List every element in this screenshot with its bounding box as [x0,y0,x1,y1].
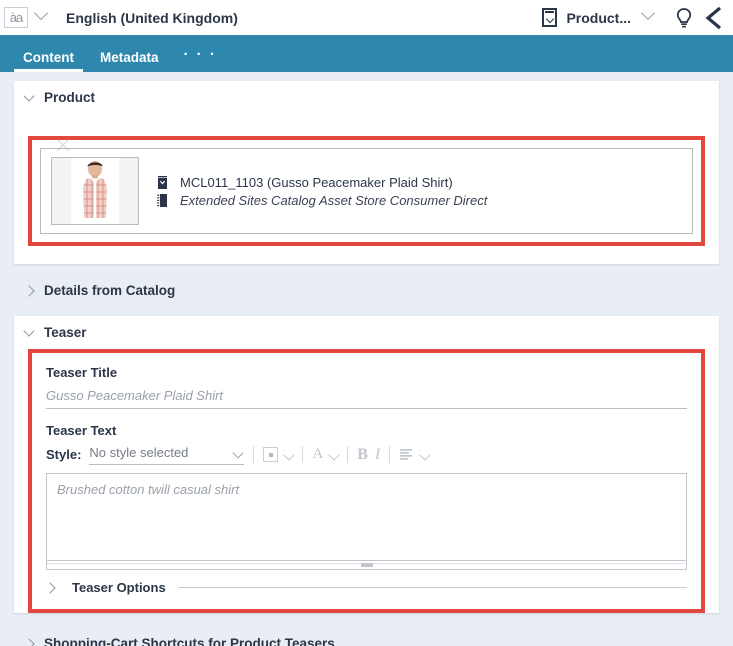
italic-glyph: I [374,445,381,463]
style-select-value: No style selected [89,445,189,460]
product-section-body: MCL011_1103 (Gusso Peacemaker Plaid Shir… [14,136,719,264]
back-chevron-icon[interactable] [703,5,725,31]
product-highlight-box: MCL011_1103 (Gusso Peacemaker Plaid Shir… [28,136,705,246]
shopping-cart-shortcuts-section: Shopping-Cart Shortcuts for Product Teas… [14,627,719,646]
list-icon[interactable] [399,448,414,461]
text-format-dropdown-icon[interactable] [328,448,340,461]
remove-x-glyph [56,138,70,152]
details-from-catalog-header[interactable]: Details from Catalog [14,274,719,307]
man-in-plaid-shirt-thumbnail-glyph [71,158,119,224]
toolbar-divider [253,446,255,463]
back-chevron-glyph [705,6,722,29]
teaser-collapse-toggle[interactable] [14,324,44,337]
product-details: MCL011_1103 (Gusso Peacemaker Plaid Shir… [157,172,487,211]
block-format-dropdown-icon[interactable] [283,448,296,461]
language-label: English (United Kingdom) [66,9,238,26]
product-section-title: Product [44,90,96,105]
teaser-text-toolbar: Style: No style selected A B I [46,444,687,465]
product-section-header[interactable]: Product [14,81,719,114]
product-id-row: MCL011_1103 (Gusso Peacemaker Plaid Shir… [157,175,487,190]
language-icon-glyph: àa [9,10,24,25]
teaser-text-label: Teaser Text [46,423,117,438]
teaser-section-title: Teaser [44,325,87,340]
tab-overflow-button[interactable]: · · · [176,46,225,72]
chevron-right-icon [44,582,56,594]
teaser-options-expand-toggle[interactable] [44,580,72,595]
toolbar-divider [302,446,304,463]
style-label: Style: [46,447,82,462]
details-from-catalog-section: Details from Catalog [14,274,719,307]
content-type-label: Product... [566,9,631,26]
language-icon[interactable]: àa [4,7,28,28]
teaser-options-divider [177,587,687,588]
details-from-catalog-title: Details from Catalog [44,283,176,298]
product-card[interactable]: MCL011_1103 (Gusso Peacemaker Plaid Shir… [40,148,693,234]
chevron-right-icon [23,637,35,646]
teaser-options-header[interactable]: Teaser Options [44,570,687,599]
chevron-down-icon [33,5,49,20]
main-content: Product MCL011_1103 (Gusso Peacemaker Pl… [0,72,733,646]
teaser-highlight-box: Teaser Title Teaser Text Style: No style… [28,349,705,613]
chevron-down-icon [23,324,35,337]
bold-glyph: B [357,445,368,463]
tab-content[interactable]: Content [14,50,83,72]
teaser-panel: Teaser Teaser Title Teaser Text Style: N… [14,316,719,613]
details-from-catalog-expand-toggle[interactable] [14,284,44,297]
chevron-right-icon [23,284,35,297]
toolbar-divider [347,446,349,463]
teaser-text-resize-handle[interactable] [46,561,687,570]
chevron-down-icon [232,446,245,459]
chevron-down-icon [23,89,35,102]
text-format-glyph: A [312,446,324,462]
chevron-down-icon [419,448,431,461]
teaser-options-label: Teaser Options [72,580,166,595]
list-dropdown-icon[interactable] [419,448,431,461]
product-icon-glyph [158,175,167,189]
lightbulb-glyph [676,7,692,27]
store-icon [157,193,168,208]
lightbulb-icon[interactable] [671,6,697,30]
product-collapse-toggle[interactable] [14,89,44,102]
document-type-icon [542,8,558,27]
product-store-label: Extended Sites Catalog Asset Store Consu… [180,192,488,208]
product-id-label: MCL011_1103 (Gusso Peacemaker Plaid Shir… [180,174,453,190]
chevron-down-icon [640,5,656,20]
bold-icon[interactable]: B [357,445,368,463]
shopping-cart-shortcuts-header[interactable]: Shopping-Cart Shortcuts for Product Teas… [14,627,719,646]
top-header-bar: àa English (United Kingdom) Product... [0,0,733,35]
content-type-dropdown-button[interactable] [635,5,661,28]
style-select[interactable]: No style selected [89,444,245,465]
teaser-title-input[interactable] [46,386,687,409]
tab-bar: Content Metadata · · · [0,35,733,72]
block-format-icon[interactable] [263,447,279,462]
list-glyph [400,449,413,460]
tab-metadata[interactable]: Metadata [91,50,168,72]
shopping-cart-shortcuts-expand-toggle[interactable] [14,637,44,646]
store-icon-glyph [157,193,167,207]
toolbar-divider [389,446,391,463]
language-dropdown-button[interactable] [28,5,54,28]
product-thumbnail [51,157,139,225]
chevron-down-icon [283,448,296,461]
shopping-cart-shortcuts-title: Shopping-Cart Shortcuts for Product Teas… [44,636,335,646]
chevron-down-icon [328,448,340,461]
teaser-title-label: Teaser Title [46,365,118,380]
remove-x-icon[interactable] [54,136,72,154]
block-format-glyph [263,447,279,462]
product-icon [157,175,168,190]
italic-icon[interactable]: I [374,445,381,463]
teaser-text-editor[interactable]: Brushed cotton twill casual shirt [46,473,687,561]
product-panel: Product MCL011_1103 (Gusso Peacemaker Pl… [14,81,719,264]
product-store-row: Extended Sites Catalog Asset Store Consu… [157,193,487,208]
resize-grip-icon [360,563,373,567]
text-format-icon[interactable]: A [312,447,323,462]
teaser-text-placeholder: Brushed cotton twill casual shirt [57,482,240,497]
teaser-section-header[interactable]: Teaser [14,316,719,349]
